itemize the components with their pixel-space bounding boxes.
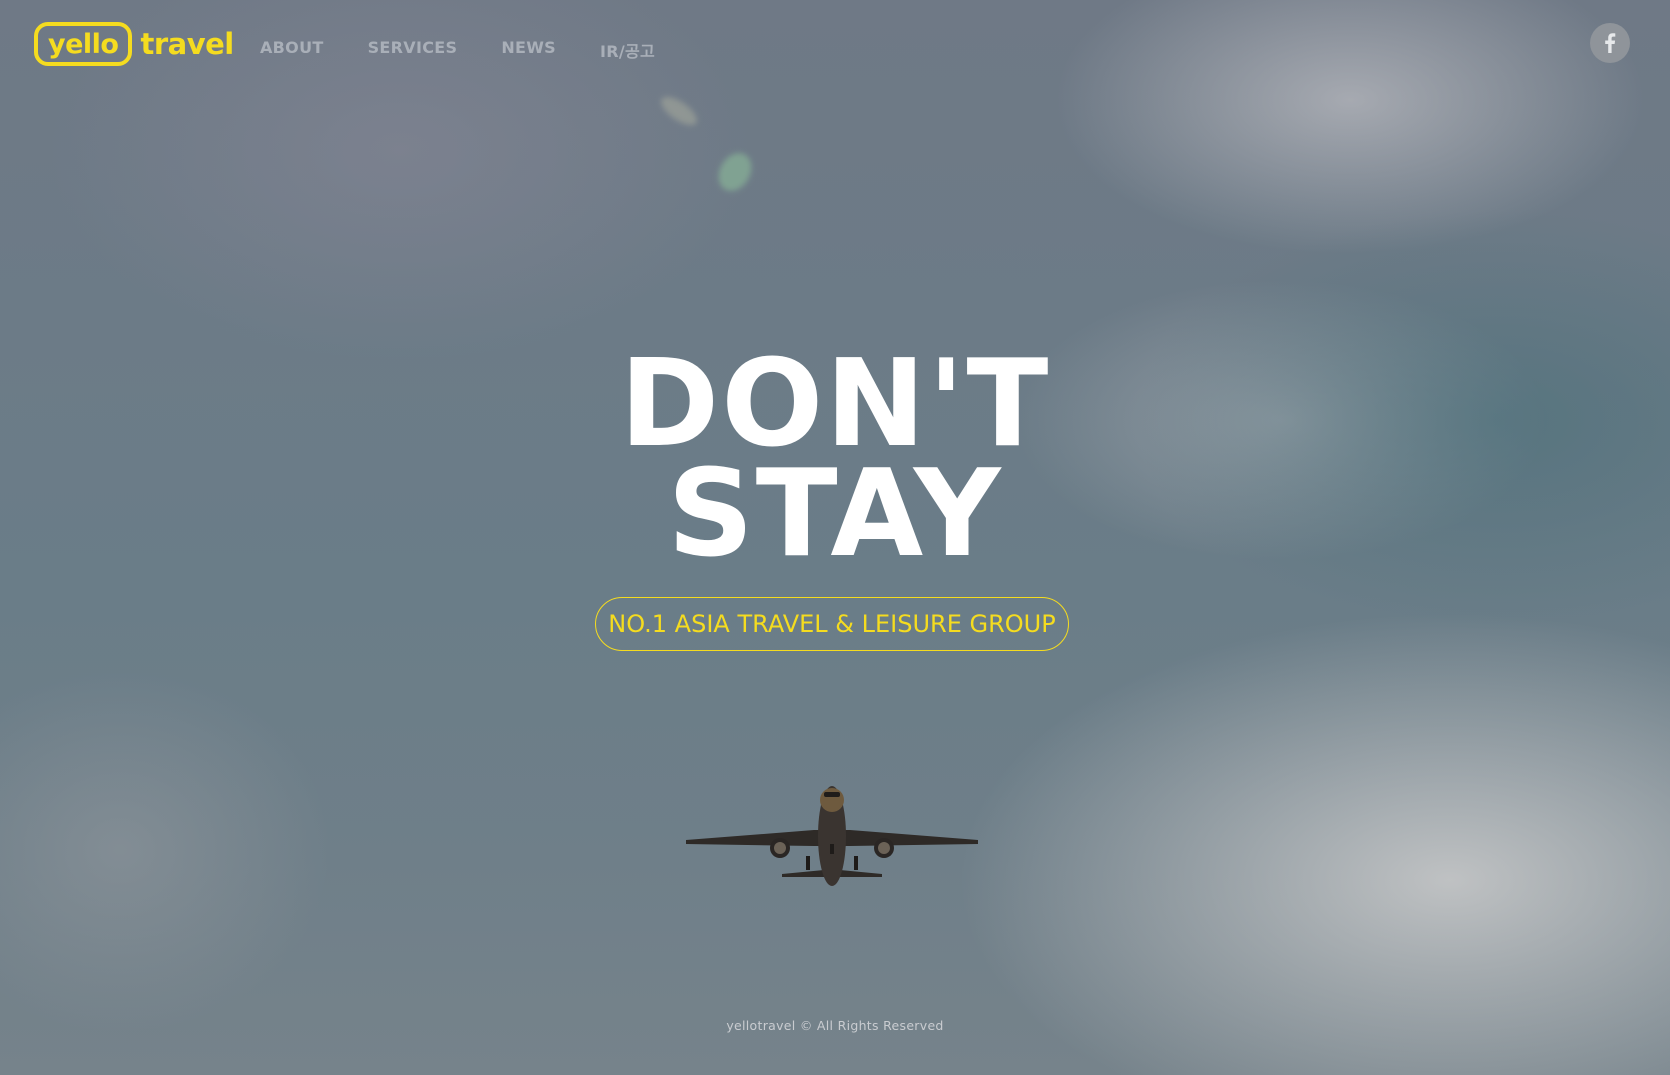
footer-copyright: yellotravel © All Rights Reserved (726, 1018, 944, 1033)
facebook-icon (1605, 33, 1616, 53)
nav-item-news[interactable]: NEWS (501, 38, 556, 62)
nav-item-services[interactable]: SERVICES (368, 38, 458, 62)
lens-flare (712, 147, 758, 197)
hero-page: yello travel ABOUT SERVICES NEWS IR/공고 D… (0, 0, 1670, 1075)
hero-line-1: DON'T (619, 335, 1051, 474)
main-nav: ABOUT SERVICES NEWS IR/공고 (260, 38, 655, 62)
nav-item-ir[interactable]: IR/공고 (600, 38, 655, 62)
airplane-image (686, 786, 978, 886)
site-header: yello travel ABOUT SERVICES NEWS IR/공고 (0, 0, 1670, 100)
logo-word: yello (34, 22, 133, 66)
site-logo[interactable]: yello travel (34, 22, 234, 66)
facebook-button[interactable] (1590, 23, 1630, 63)
hero-headline: DON'T STAY (0, 335, 1670, 584)
tagline-pill: NO.1 ASIA TRAVEL & LEISURE GROUP (595, 597, 1069, 651)
logo-suffix: travel (140, 27, 234, 61)
nav-item-about[interactable]: ABOUT (260, 38, 324, 62)
hero-line-2: STAY (667, 445, 1003, 584)
